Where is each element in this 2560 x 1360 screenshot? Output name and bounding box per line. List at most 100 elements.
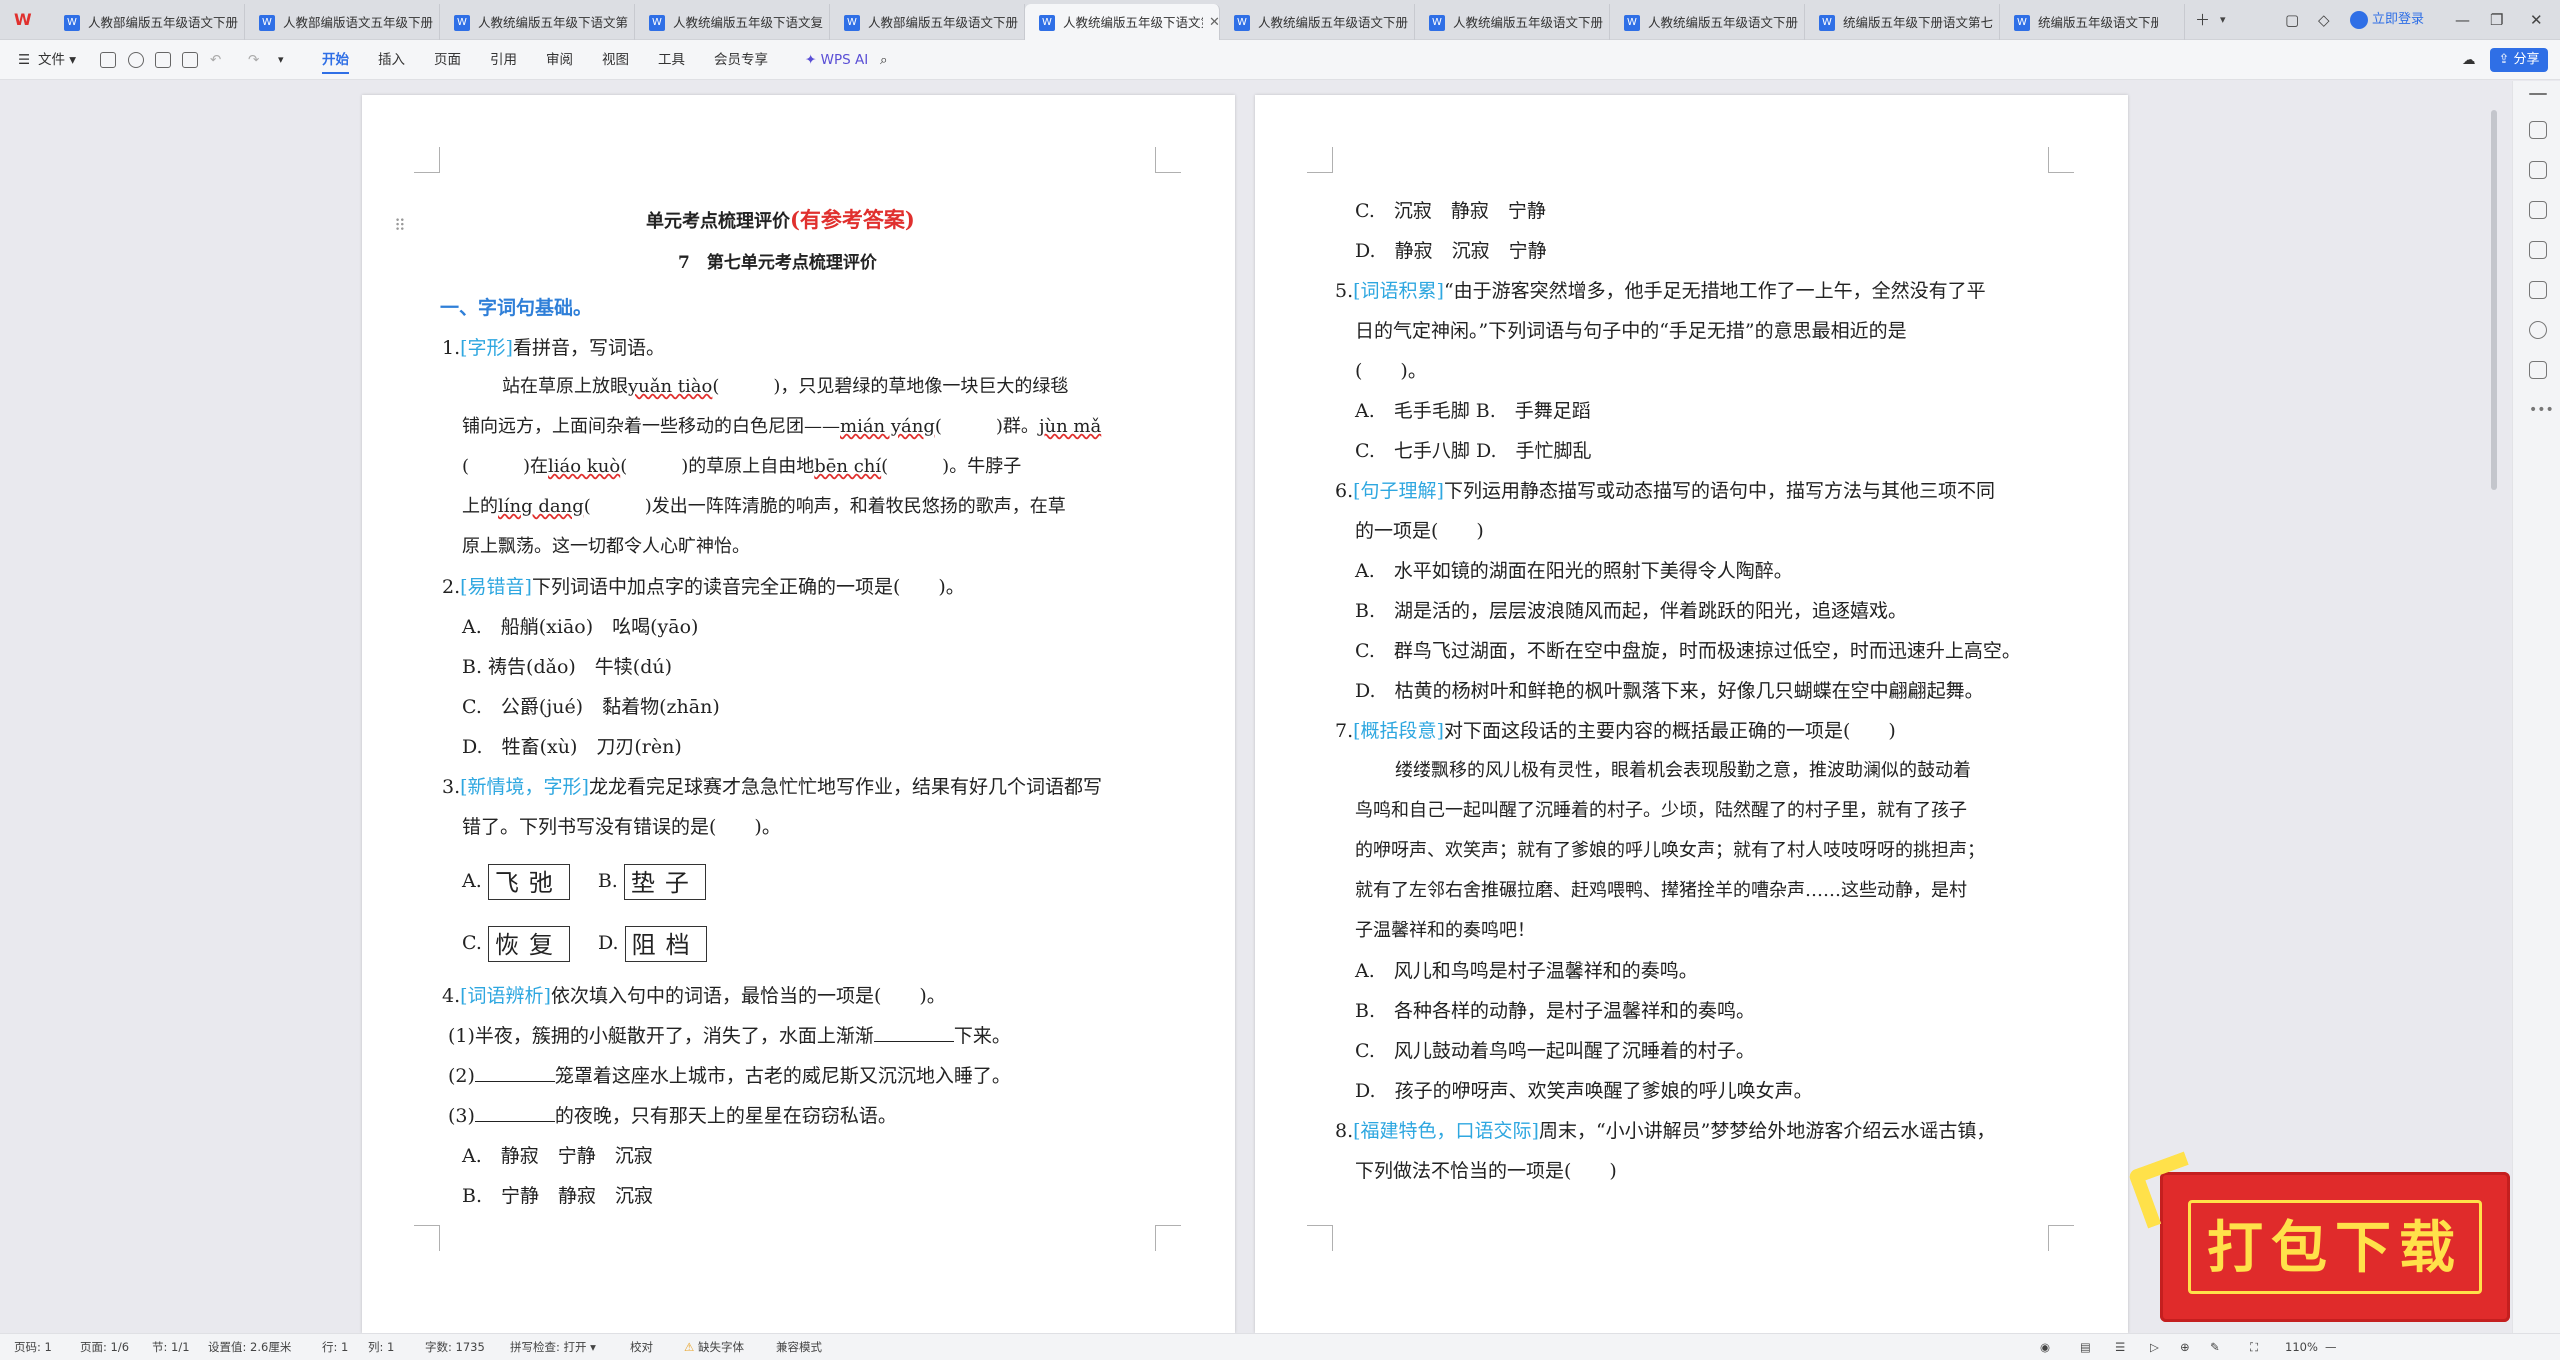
pen-icon[interactable]: ✎ — [2210, 1334, 2220, 1360]
zoom-out-icon[interactable]: — — [2325, 1334, 2337, 1360]
tab-member[interactable]: 会员专享 — [714, 40, 768, 80]
status-row[interactable]: 行: 1 — [322, 1334, 348, 1360]
print-preview-icon[interactable] — [182, 52, 198, 68]
status-word-count[interactable]: 字数: 1735 — [425, 1334, 485, 1360]
search-icon[interactable]: ⌕ — [880, 40, 888, 80]
edit-pen-icon[interactable] — [2529, 121, 2547, 139]
fit-icon[interactable]: ⛶ — [2250, 1334, 2258, 1360]
web-view-icon[interactable]: ⊕ — [2180, 1334, 2190, 1360]
doc-tab[interactable]: W 人教统编版五年级下语文第 — [440, 4, 635, 40]
tab-view[interactable]: 视图 — [602, 40, 629, 80]
tab-list-chevron-icon[interactable]: ▾ — [2220, 8, 2226, 32]
doc-tab[interactable]: W 人教统编版五年级下语文复 — [635, 4, 830, 40]
doc-tab-active[interactable]: W 人教统编版五年级下语文第✕ — [1025, 4, 1220, 40]
q4-sentence-1: (1)半夜，簇拥的小艇散开了，消失了，水面上渐渐 下来。 — [448, 1025, 1011, 1047]
tab-bar: W W 人教部编版五年级语文下册 W 人教部编版语文五年级下册 W 人教统编版五年级下… — [0, 0, 2560, 40]
status-setting[interactable]: 设置值: 2.6厘米 — [208, 1334, 291, 1360]
status-pages[interactable]: 页面: 1/6 — [80, 1334, 129, 1360]
document-page-2[interactable]: C. 沉寂 静寂 宁静 D. 静寂 沉寂 宁静 5.[词语积累]“由于游客突然增… — [1255, 95, 2128, 1333]
download-banner[interactable]: 打包下载 — [2127, 1151, 2510, 1322]
more-chevron-icon[interactable]: ▾ — [278, 40, 284, 80]
login-button[interactable]: 立即登录 — [2350, 9, 2424, 31]
tab-references[interactable]: 引用 — [490, 40, 517, 80]
tab-review[interactable]: 审阅 — [546, 40, 573, 80]
help-icon[interactable] — [2529, 321, 2547, 339]
q2-option-a: A. 船艄(xiāo) 吆喝(yāo) — [462, 616, 699, 638]
word-doc-icon: W — [1429, 14, 1445, 31]
print-icon[interactable] — [155, 52, 171, 68]
q5-line-3: ( )。 — [1355, 360, 1427, 382]
select-cursor-icon[interactable] — [2529, 161, 2547, 179]
undo-icon[interactable]: ↶ — [210, 40, 221, 80]
new-tab-icon[interactable]: ＋ — [2195, 8, 2210, 32]
play-icon[interactable]: ▷ — [2150, 1334, 2159, 1360]
vertical-scrollbar-thumb[interactable] — [2491, 110, 2497, 490]
q7-option-c: C. 风儿鼓动着鸟鸣一起叫醒了沉睡着的村子。 — [1355, 1040, 1755, 1062]
tab-tools[interactable]: 工具 — [658, 40, 685, 80]
cube-icon[interactable]: ◇ — [2318, 8, 2330, 32]
crop-mark — [1155, 1225, 1181, 1251]
status-compat-mode[interactable]: 兼容模式 — [776, 1334, 822, 1360]
crop-mark — [414, 1225, 440, 1251]
status-missing-font[interactable]: ⚠ 缺失字体 — [684, 1334, 744, 1360]
status-spell-check[interactable]: 拼写检查: 打开 ▾ — [510, 1334, 596, 1360]
word-doc-icon: W — [1819, 14, 1835, 31]
avatar-icon — [2350, 10, 2368, 29]
q6-line-2: 的一项是( ) — [1355, 520, 1484, 542]
restore-icon[interactable]: ❐ — [2490, 8, 2503, 32]
q3-word-box: 垫子 — [623, 864, 706, 900]
search-doc-icon[interactable] — [128, 52, 144, 68]
q6-option-b: B. 湖是活的，层层波浪随风而起，伴着跳跃的阳光，追逐嬉戏。 — [1355, 600, 1908, 622]
collapse-icon[interactable] — [2529, 93, 2547, 95]
wps-logo-icon[interactable]: W — [14, 10, 36, 30]
zoom-level[interactable]: 110% — [2285, 1334, 2318, 1360]
crop-mark — [2048, 147, 2074, 173]
drag-handle-icon[interactable]: ⠿ — [394, 213, 406, 239]
q1-line-4: 上的líng dang( )发出一阵阵清脆的响声，和着牧民悠扬的歌声，在草 — [462, 496, 1066, 517]
cloud-icon[interactable] — [2529, 361, 2547, 379]
document-canvas[interactable]: ⠿ 单元考点梳理评价(有参考答案) 7 第七单元考点梳理评价 一、字词句基础。 … — [0, 81, 2530, 1333]
close-tab-icon[interactable]: ✕ — [1209, 5, 1219, 41]
tab-home[interactable]: 开始 — [322, 40, 349, 80]
save-icon[interactable] — [100, 52, 116, 68]
style-icon[interactable] — [2529, 201, 2547, 219]
tab-page[interactable]: 页面 — [434, 40, 461, 80]
more-icon[interactable]: ••• — [2529, 401, 2554, 419]
crop-mark — [2048, 1225, 2074, 1251]
doc-tab[interactable]: W 人教统编版五年级语文下册 — [1610, 4, 1805, 40]
status-section[interactable]: 节: 1/1 — [152, 1334, 190, 1360]
redo-icon[interactable]: ↷ — [248, 40, 259, 80]
q3-options-ab: A. 飞弛 B. 垫子 — [462, 859, 706, 903]
doc-tab[interactable]: W 人教统编版五年级语文下册 — [1220, 4, 1415, 40]
doc-tab[interactable]: W 人教部编版五年级语文下册 — [830, 4, 1025, 40]
document-page-1[interactable]: ⠿ 单元考点梳理评价(有参考答案) 7 第七单元考点梳理评价 一、字词句基础。 … — [362, 95, 1235, 1333]
tab-insert[interactable]: 插入 — [378, 40, 405, 80]
image-icon[interactable] — [2529, 241, 2547, 259]
window-icon[interactable]: ▢ — [2285, 8, 2299, 32]
status-page[interactable]: 页码: 1 — [14, 1334, 52, 1360]
close-window-icon[interactable]: ✕ — [2530, 8, 2543, 32]
eye-protect-icon[interactable]: ◉ — [2040, 1334, 2050, 1360]
file-menu[interactable]: 文件 ▾ — [38, 40, 76, 80]
word-doc-icon: W — [259, 14, 275, 31]
page-view-icon[interactable]: ▤ — [2080, 1334, 2091, 1360]
q2-option-d: D. 牲畜(xù) 刀刃(rèn) — [462, 736, 682, 758]
q1-line-1: 站在草原上放眼yuǎn tiào( )，只见碧绿的草地像一块巨大的绿毯 — [502, 376, 1069, 397]
q5-options-ab: A. 毛手毛脚 B. 手舞足蹈 — [1355, 400, 1591, 422]
doc-tab[interactable]: W 人教统编版五年级语文下册 — [1415, 4, 1610, 40]
tools-icon[interactable] — [2529, 281, 2547, 299]
cloud-sync-icon[interactable]: ☁ — [2462, 40, 2476, 80]
status-proofread[interactable]: 校对 — [630, 1334, 653, 1360]
doc-tab[interactable]: W 人教部编版语文五年级下册 — [245, 4, 440, 40]
share-button[interactable]: ⇪ 分享 — [2490, 48, 2548, 72]
doc-tab[interactable]: W 统编版五年级语文下册 — [2000, 4, 2185, 40]
wps-ai-button[interactable]: ✦ WPS AI — [805, 40, 868, 80]
doc-tab[interactable]: W 统编版五年级下册语文第七 — [1805, 4, 2000, 40]
doc-tab[interactable]: W 人教部编版五年级语文下册 — [50, 4, 245, 40]
menu-icon[interactable]: ☰ — [18, 40, 30, 80]
q7-option-d: D. 孩子的咿呀声、欢笑声唤醒了爹娘的呼儿唤女声。 — [1355, 1080, 1813, 1102]
outline-view-icon[interactable]: ☰ — [2115, 1334, 2125, 1360]
minimize-icon[interactable]: — — [2455, 8, 2470, 32]
status-col[interactable]: 列: 1 — [368, 1334, 394, 1360]
q6-option-c: C. 群鸟飞过湖面，不断在空中盘旋，时而极速掠过低空，时而迅速升上高空。 — [1355, 640, 2021, 662]
